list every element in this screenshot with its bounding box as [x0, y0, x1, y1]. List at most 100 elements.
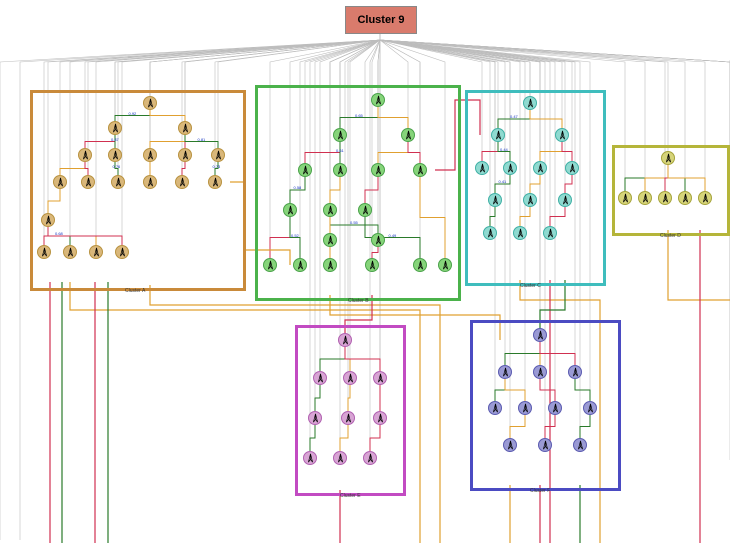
node-f-6[interactable]	[548, 401, 562, 415]
node-b-7[interactable]	[283, 203, 297, 217]
node-b-15[interactable]	[365, 258, 379, 272]
edge-label: 0.58	[294, 185, 302, 190]
node-f-7[interactable]	[583, 401, 597, 415]
node-f-2[interactable]	[533, 365, 547, 379]
node-b-1[interactable]	[333, 128, 347, 142]
node-b-5[interactable]	[371, 163, 385, 177]
edge-label: 0.55	[350, 220, 358, 225]
node-c-4[interactable]	[503, 161, 517, 175]
node-b-17[interactable]	[438, 258, 452, 272]
node-b-9[interactable]	[358, 203, 372, 217]
node-b-3[interactable]	[298, 163, 312, 177]
node-b-8[interactable]	[323, 203, 337, 217]
node-a-2[interactable]	[178, 121, 192, 135]
node-f-9[interactable]	[538, 438, 552, 452]
node-a-15[interactable]	[37, 245, 51, 259]
edge-label: 0.44	[500, 147, 508, 152]
node-a-7[interactable]	[211, 148, 225, 162]
cluster-label-b: Cluster B	[348, 298, 369, 304]
node-c-10[interactable]	[483, 226, 497, 240]
node-c-6[interactable]	[565, 161, 579, 175]
node-b-4[interactable]	[333, 163, 347, 177]
edge-label: 0.76	[113, 164, 121, 169]
node-b-0[interactable]	[371, 93, 385, 107]
cluster-box-c[interactable]	[465, 90, 606, 286]
node-f-3[interactable]	[568, 365, 582, 379]
node-a-5[interactable]	[143, 148, 157, 162]
edge-label: 0.81	[198, 137, 206, 142]
node-a-17[interactable]	[89, 245, 103, 259]
node-a-12[interactable]	[175, 175, 189, 189]
node-b-12[interactable]	[263, 258, 277, 272]
node-d-1[interactable]	[618, 191, 632, 205]
edge-label: 0.47	[510, 114, 518, 119]
node-d-5[interactable]	[698, 191, 712, 205]
node-d-3[interactable]	[658, 191, 672, 205]
cluster-label-c: Cluster C	[520, 283, 541, 289]
node-a-11[interactable]	[143, 175, 157, 189]
edge-label: 0.41	[499, 179, 507, 184]
node-e-3[interactable]	[373, 371, 387, 385]
node-e-2[interactable]	[343, 371, 357, 385]
node-e-6[interactable]	[373, 411, 387, 425]
node-a-4[interactable]	[108, 148, 122, 162]
edge-label: 0.52	[291, 233, 299, 238]
edge-label: 0.87	[111, 137, 119, 142]
node-a-10[interactable]	[111, 175, 125, 189]
node-c-12[interactable]	[543, 226, 557, 240]
node-a-3[interactable]	[78, 148, 92, 162]
node-f-0[interactable]	[533, 328, 547, 342]
node-e-5[interactable]	[341, 411, 355, 425]
node-c-2[interactable]	[555, 128, 569, 142]
edge-label: 0.92	[129, 111, 137, 116]
node-c-9[interactable]	[558, 193, 572, 207]
node-b-6[interactable]	[413, 163, 427, 177]
node-b-11[interactable]	[323, 233, 337, 247]
node-e-7[interactable]	[303, 451, 317, 465]
node-a-8[interactable]	[53, 175, 67, 189]
edge-label: 0.73	[213, 164, 221, 169]
node-a-13[interactable]	[208, 175, 222, 189]
node-e-9[interactable]	[363, 451, 377, 465]
node-a-16[interactable]	[63, 245, 77, 259]
node-e-8[interactable]	[333, 451, 347, 465]
node-c-1[interactable]	[491, 128, 505, 142]
node-b-10[interactable]	[371, 233, 385, 247]
edge-label: 0.68	[55, 231, 63, 236]
node-b-14[interactable]	[323, 258, 337, 272]
node-c-3[interactable]	[475, 161, 489, 175]
edge-label: 0.61	[336, 148, 344, 153]
node-e-1[interactable]	[313, 371, 327, 385]
node-f-1[interactable]	[498, 365, 512, 379]
node-a-6[interactable]	[178, 148, 192, 162]
node-c-0[interactable]	[523, 96, 537, 110]
node-a-14[interactable]	[41, 213, 55, 227]
node-a-0[interactable]	[143, 96, 157, 110]
node-f-4[interactable]	[488, 401, 502, 415]
node-c-8[interactable]	[523, 193, 537, 207]
node-b-16[interactable]	[413, 258, 427, 272]
node-d-2[interactable]	[638, 191, 652, 205]
node-f-5[interactable]	[518, 401, 532, 415]
edge-label: 0.65	[355, 113, 363, 118]
node-a-18[interactable]	[115, 245, 129, 259]
node-a-9[interactable]	[81, 175, 95, 189]
node-c-5[interactable]	[533, 161, 547, 175]
cluster-box-a[interactable]	[30, 90, 246, 291]
node-c-11[interactable]	[513, 226, 527, 240]
node-e-0[interactable]	[338, 333, 352, 347]
cluster-label-e: Cluster E	[340, 493, 361, 499]
node-b-13[interactable]	[293, 258, 307, 272]
node-d-4[interactable]	[678, 191, 692, 205]
node-a-1[interactable]	[108, 121, 122, 135]
node-c-7[interactable]	[488, 193, 502, 207]
node-b-2[interactable]	[401, 128, 415, 142]
node-f-10[interactable]	[573, 438, 587, 452]
node-f-8[interactable]	[503, 438, 517, 452]
cluster-label-a: Cluster A	[125, 288, 145, 294]
cluster-label-d: Cluster D	[660, 233, 681, 239]
node-e-4[interactable]	[308, 411, 322, 425]
node-d-0[interactable]	[661, 151, 675, 165]
root-cluster-box[interactable]: Cluster 9	[345, 6, 417, 34]
cluster-label-f: Cluster F	[530, 488, 550, 494]
